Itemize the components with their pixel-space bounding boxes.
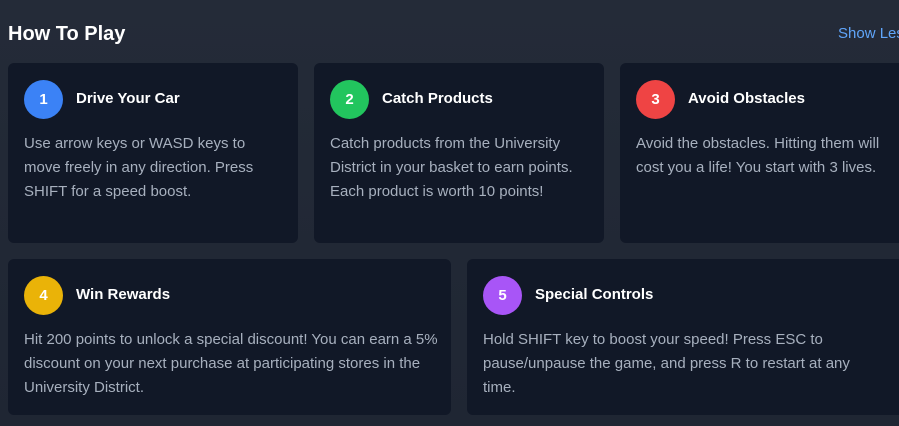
step-number-badge: 1	[24, 80, 63, 119]
show-less-link[interactable]: Show Less	[838, 25, 899, 43]
step-card-controls: 5 Special Controls Hold SHIFT key to boo…	[467, 259, 899, 415]
step-description: Avoid the obstacles. Hitting them will c…	[636, 135, 880, 176]
step-title: Special Controls	[535, 286, 654, 303]
step-title: Win Rewards	[76, 286, 171, 303]
step-card-drive: 1 Drive Your Car Use arrow keys or WASD …	[8, 63, 298, 243]
step-title: Catch Products	[382, 90, 493, 107]
step-card-avoid: 3 Avoid Obstacles Avoid the obstacles. H…	[620, 63, 899, 243]
step-number-badge: 4	[24, 276, 63, 315]
step-description: Hold SHIFT key to boost your speed! Pres…	[483, 331, 850, 396]
step-card-catch: 2 Catch Products Catch products from the…	[314, 63, 604, 243]
step-number-badge: 5	[483, 276, 522, 315]
step-description: Use arrow keys or WASD keys to move free…	[24, 135, 254, 200]
step-title: Drive Your Car	[76, 90, 180, 107]
step-description: Hit 200 points to unlock a special disco…	[24, 331, 438, 396]
step-card-rewards: 4 Win Rewards Hit 200 points to unlock a…	[8, 259, 451, 415]
step-number-badge: 2	[330, 80, 369, 119]
step-description: Catch products from the University Distr…	[330, 135, 573, 200]
step-title: Avoid Obstacles	[688, 90, 805, 107]
section-title: How To Play	[8, 23, 126, 45]
step-number-badge: 3	[636, 80, 675, 119]
